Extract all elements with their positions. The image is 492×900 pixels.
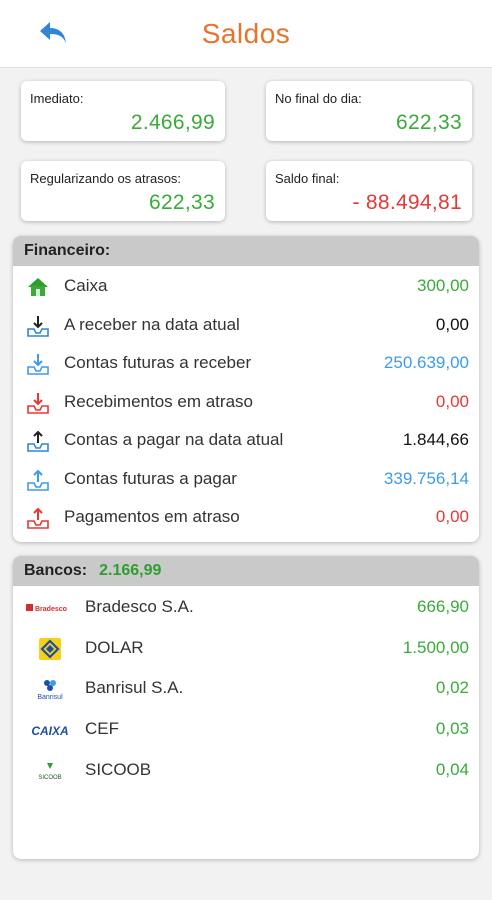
bank-row-label: Banrisul S.A. (85, 678, 184, 698)
svg-text:Banrisul: Banrisul (37, 694, 63, 701)
bank-row-label: SICOOB (85, 759, 152, 779)
page-title: Saldos (201, 18, 291, 49)
card-saldo-final-value: - 88.494,81 (352, 191, 462, 214)
fin-row-receber-atraso[interactable]: Recebimentos em atraso 0,00 (13, 383, 479, 422)
receive-future-icon (26, 352, 50, 376)
svg-text:CAIXA: CAIXA (31, 724, 68, 738)
fin-row-label: A receber na data atual (64, 314, 240, 334)
financeiro-header: Financeiro: (13, 236, 479, 266)
card-imediato-label: Imediato: (30, 91, 84, 106)
bank-row-bradesco[interactable]: Bradesco Bradesco S.A. 666,90 (13, 587, 479, 628)
card-final-dia: No final do dia: 622,33 (266, 81, 472, 141)
bank-row-label: CEF (85, 719, 119, 739)
bancos-panel: Bancos: 2.166,99 Bradesco Bradesco S.A. 6… (13, 556, 479, 859)
fin-row-label: Recebimentos em atraso (64, 391, 253, 411)
receive-late-icon (26, 391, 50, 415)
fin-row-receber-futuro[interactable]: Contas futuras a receber 250.639,00 (13, 344, 479, 383)
card-final-dia-label: No final do dia: (275, 91, 362, 106)
banco-do-brasil-logo (25, 637, 75, 661)
bank-row-value: 0,03 (435, 719, 469, 739)
fin-row-value: 0,00 (435, 391, 469, 411)
bank-row-dolar[interactable]: DOLAR 1.500,00 (13, 628, 479, 669)
card-imediato-value: 2.466,99 (130, 111, 215, 134)
bank-row-value: 0,02 (435, 678, 469, 698)
pay-today-icon (26, 429, 50, 453)
financeiro-panel: Financeiro: Caixa 300,00 A receber na da… (13, 236, 479, 542)
fin-row-pagar-atraso[interactable]: Pagamentos em atraso 0,00 (13, 498, 479, 537)
fin-row-value: 339.756,14 (383, 468, 469, 488)
fin-row-value: 0,00 (435, 507, 469, 526)
bank-row-label: Bradesco S.A. (85, 597, 194, 616)
fin-row-receber-hoje[interactable]: A receber na data atual 0,00 (13, 306, 479, 345)
bank-row-value: 0,04 (435, 759, 469, 779)
banrisul-logo: Banrisul (25, 677, 75, 701)
sicoob-logo: SICOOB (25, 759, 75, 783)
fin-row-value: 1.844,66 (402, 430, 469, 449)
fin-row-value: 0,00 (435, 314, 469, 334)
fin-row-label: Contas a pagar na data atual (64, 430, 284, 449)
fin-row-value: 300,00 (417, 276, 469, 295)
card-saldo-final-label: Saldo final: (275, 171, 340, 186)
bancos-title: Bancos: (24, 562, 88, 579)
card-regularizando-label: Regularizando os atrasos: (30, 171, 182, 186)
fin-row-pagar-futuro[interactable]: Contas futuras a pagar 339.756,14 (13, 460, 479, 499)
card-saldo-final: Saldo final: - 88.494,81 (266, 161, 472, 221)
house-icon (26, 275, 50, 299)
bancos-header: Bancos: 2.166,99 (13, 556, 479, 586)
fin-row-caixa[interactable]: Caixa 300,00 (13, 267, 479, 306)
svg-text:SICOOB: SICOOB (38, 775, 61, 781)
bank-row-label: DOLAR (85, 637, 144, 657)
bradesco-logo: Bradesco (25, 596, 75, 620)
bank-row-banrisul[interactable]: Banrisul Banrisul S.A. 0,02 (13, 668, 479, 709)
fin-row-pagar-hoje[interactable]: Contas a pagar na data atual 1.844,66 (13, 421, 479, 460)
fin-row-label: Contas futuras a pagar (64, 468, 237, 488)
card-imediato: Imediato: 2.466,99 (21, 81, 225, 141)
caixa-logo: CAIXA (25, 718, 75, 742)
pay-late-icon (26, 506, 50, 530)
svg-text:Bradesco: Bradesco (35, 606, 67, 613)
fin-row-label: Contas futuras a receber (64, 353, 252, 372)
bank-row-value: 666,90 (417, 597, 469, 616)
bank-row-cef[interactable]: CAIXA CEF 0,03 (13, 709, 479, 750)
card-regularizando: Regularizando os atrasos: 622,33 (21, 161, 225, 221)
bank-row-value: 1.500,00 (402, 637, 469, 657)
fin-row-value: 250.639,00 (383, 353, 469, 372)
bank-row-sicoob[interactable]: SICOOB SICOOB 0,04 (13, 750, 479, 791)
app-header: Saldos (0, 0, 492, 68)
fin-row-label: Caixa (64, 276, 108, 295)
bancos-total: 2.166,99 (99, 562, 162, 579)
card-regularizando-value: 622,33 (148, 191, 215, 214)
fin-row-label: Pagamentos em atraso (64, 507, 240, 526)
receive-today-icon (26, 314, 50, 338)
financeiro-title: Financeiro: (24, 242, 111, 259)
pay-future-icon (26, 468, 50, 492)
card-final-dia-value: 622,33 (395, 111, 462, 134)
